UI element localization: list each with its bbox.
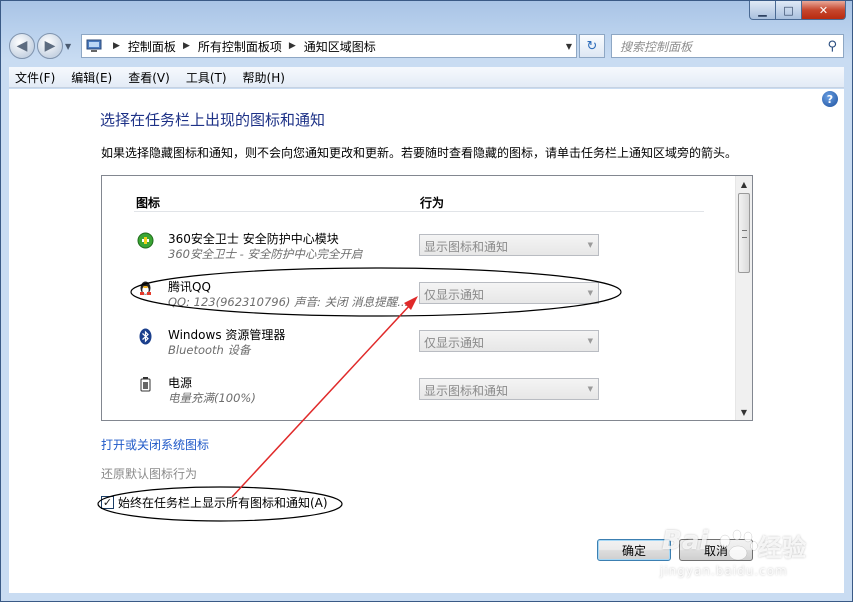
back-arrow-icon: ◀ — [16, 38, 28, 54]
behavior-select-value: 显示图标和通知 — [424, 240, 509, 254]
caption-buttons: ▁ □ ✕ — [749, 1, 846, 20]
list-item: 360安全卫士 安全防护中心模块 360安全卫士 - 安全防护中心完全开启 显示… — [134, 230, 714, 276]
vertical-scrollbar[interactable]: ▲ ▼ — [735, 176, 752, 420]
close-button[interactable]: ✕ — [802, 1, 846, 20]
search-input[interactable]: 搜索控制面板 ⚲ — [611, 34, 844, 58]
address-bar[interactable]: ▶ 控制面板 ▶ 所有控制面板项 ▶ 通知区域图标 ▼ — [81, 34, 577, 58]
qq-penguin-icon — [137, 280, 154, 297]
always-show-all-icons-option[interactable]: ✓ 始终在任务栏上显示所有图标和通知(A) — [101, 494, 328, 511]
header-divider — [134, 211, 704, 212]
column-header-icon: 图标 — [136, 196, 161, 210]
scroll-grip — [742, 230, 747, 238]
list-item-detail: 电量充满(100%) — [168, 391, 256, 405]
back-button[interactable]: ◀ — [9, 33, 35, 59]
always-show-checkbox[interactable]: ✓ — [101, 496, 114, 509]
search-icon[interactable]: ⚲ — [827, 39, 837, 54]
scroll-thumb[interactable] — [738, 193, 750, 273]
search-placeholder: 搜索控制面板 — [620, 39, 693, 54]
navigation-bar: ◀ ▶ ▼ ▶ 控制面板 ▶ 所有控制面板项 ▶ 通知区域图标 ▼ ↻ 搜索控制… — [9, 33, 844, 59]
help-icon[interactable]: ? — [822, 91, 838, 107]
maximize-button[interactable]: □ — [776, 1, 802, 20]
list-item-detail: 360安全卫士 - 安全防护中心完全开启 — [168, 247, 363, 261]
behavior-select[interactable]: 显示图标和通知 ▼ — [419, 378, 599, 400]
system-icons-link[interactable]: 打开或关闭系统图标 — [101, 436, 209, 453]
list-item-name: 腾讯QQ — [168, 280, 211, 294]
breadcrumb-separator: ▶ — [113, 41, 120, 51]
list-item: 电源 电量充满(100%) 显示图标和通知 ▼ — [134, 374, 714, 420]
watermark-site: jingyan.baidu.com — [660, 564, 788, 578]
chevron-down-icon: ▼ — [587, 385, 593, 393]
forward-button[interactable]: ▶ — [37, 33, 63, 59]
behavior-select[interactable]: 仅显示通知 ▼ — [419, 282, 599, 304]
power-icon — [137, 376, 154, 393]
menu-tools[interactable]: 工具(T) — [186, 69, 227, 86]
chevron-down-icon: ▼ — [587, 337, 593, 345]
shield-icon — [137, 232, 154, 249]
menu-file[interactable]: 文件(F) — [15, 69, 55, 86]
watermark-brand-suffix: 经验 — [758, 534, 806, 562]
behavior-select-value: 仅显示通知 — [424, 288, 485, 302]
column-header-behavior: 行为 — [420, 196, 445, 210]
content-pane: ? 选择在任务栏上出现的图标和通知 如果选择隐藏图标和通知，则不会向您通知更改和… — [9, 89, 844, 593]
list-item-name: 360安全卫士 安全防护中心模块 — [168, 232, 339, 246]
breadcrumb-control-panel[interactable]: 控制面板 — [128, 38, 176, 55]
refresh-button[interactable]: ↻ — [579, 34, 605, 58]
minimize-button[interactable]: ▁ — [749, 1, 776, 20]
bluetooth-icon — [137, 328, 154, 345]
list-item-name: 电源 — [168, 376, 193, 390]
menu-bar: 文件(F) 编辑(E) 查看(V) 工具(T) 帮助(H) — [9, 67, 844, 88]
menu-help[interactable]: 帮助(H) — [243, 69, 285, 86]
refresh-icon: ↻ — [586, 38, 598, 54]
menu-view[interactable]: 查看(V) — [128, 69, 170, 86]
behavior-select[interactable]: 显示图标和通知 ▼ — [419, 234, 599, 256]
list-item: Windows 资源管理器 Bluetooth 设备 仅显示通知 ▼ — [134, 326, 714, 372]
restore-defaults-link[interactable]: 还原默认图标行为 — [101, 465, 197, 482]
control-panel-icon — [86, 39, 102, 52]
address-dropdown-icon[interactable]: ▼ — [566, 42, 572, 51]
list-item-detail: QQ: 123(962310796) 声音: 关闭 消息提醒... — [168, 295, 409, 309]
scroll-down-icon[interactable]: ▼ — [736, 404, 752, 420]
scroll-up-icon[interactable]: ▲ — [736, 176, 752, 192]
breadcrumb-separator: ▶ — [288, 41, 296, 51]
chevron-down-icon: ▼ — [587, 289, 593, 297]
list-item: 腾讯QQ QQ: 123(962310796) 声音: 关闭 消息提醒... 仅… — [134, 278, 714, 324]
behavior-select-value: 显示图标和通知 — [424, 384, 509, 398]
notification-icons-list: 图标 行为 360安全卫士 安全防护中心模块 360安全卫士 - 安全防护中心完… — [101, 175, 753, 421]
list-item-detail: Bluetooth 设备 — [168, 343, 251, 357]
behavior-select[interactable]: 仅显示通知 ▼ — [419, 330, 599, 352]
breadcrumb-all-items[interactable]: 所有控制面板项 — [198, 38, 282, 55]
list-item-name: Windows 资源管理器 — [168, 328, 286, 342]
chevron-down-icon: ▼ — [587, 241, 593, 249]
page-description: 如果选择隐藏图标和通知，则不会向您通知更改和更新。若要随时查看隐藏的图标，请单击… — [101, 146, 738, 160]
ok-button[interactable]: 确定 — [597, 539, 671, 561]
breadcrumb-separator: ▶ — [182, 41, 190, 51]
page-title: 选择在任务栏上出现的图标和通知 — [100, 111, 326, 129]
window-frame: ▁ □ ✕ ◀ ▶ ▼ ▶ 控制面板 ▶ 所有控制面板项 ▶ 通知区域图标 ▼ … — [0, 0, 853, 602]
recent-pages-dropdown[interactable]: ▼ — [65, 42, 77, 51]
breadcrumb-notification-icons[interactable]: 通知区域图标 — [304, 38, 376, 55]
behavior-select-value: 仅显示通知 — [424, 336, 485, 350]
always-show-label[interactable]: 始终在任务栏上显示所有图标和通知(A) — [118, 494, 328, 511]
menu-edit[interactable]: 编辑(E) — [71, 69, 112, 86]
watermark-brand: Bai — [662, 526, 709, 556]
forward-arrow-icon: ▶ — [44, 38, 56, 54]
